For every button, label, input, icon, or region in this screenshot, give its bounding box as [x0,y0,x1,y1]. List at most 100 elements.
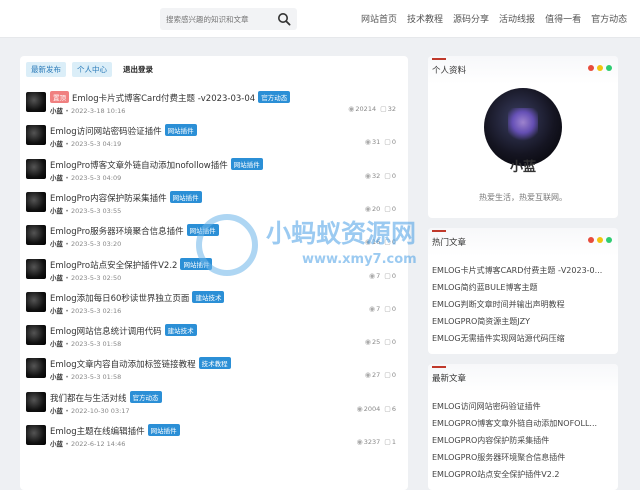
post-title-text[interactable]: EmlogPro服务器环境聚合信息插件 [50,227,184,237]
latest-article-link[interactable]: EMLOGPRO内容保护防采集插件 [432,432,614,449]
post-row[interactable]: 我们都在与生活对线 官方动态 小蓝 • 2022-10-30 03:17 ◉2004 ▢… [26,390,402,420]
hot-article-link[interactable]: EMLOG无需插件实现网站源代码压缩 [432,330,614,347]
post-title-text[interactable]: Emlog文章内容自动添加标签链接教程 [50,360,196,370]
category-tag[interactable]: 网站插件 [169,190,202,203]
comment-icon: ▢ [384,438,391,446]
hot-article-link[interactable]: EMLOG判断文章时间并输出声明教程 [432,296,614,313]
post-row[interactable]: EmlogPro内容保护防采集插件 网站插件 小蓝 • 2023-5-3 03:55… [26,190,402,220]
post-thumbnail[interactable] [26,291,46,312]
post-thumbnail[interactable] [26,125,46,146]
post-thumbnail[interactable] [26,225,46,246]
post-author[interactable]: 小蓝 [50,207,63,215]
category-tag[interactable]: 网站插件 [147,424,180,436]
post-author[interactable]: 小蓝 [50,174,63,182]
category-tag[interactable]: 建站技术 [164,324,197,337]
post-title-text[interactable]: Emlog网站信息统计调用代码 [50,327,162,337]
category-tag[interactable]: 官方动态 [129,390,162,403]
tab-logout[interactable]: 退出登录 [118,62,158,77]
post-author[interactable]: 小蓝 [50,274,63,282]
post-title-text[interactable]: EmlogPro博客文章外链自动添加nofollow插件 [50,161,228,171]
comment-icon: ▢ [384,238,391,247]
post-title[interactable]: EmlogPro站点安全保护插件V2.2 网站插件 [50,257,213,271]
category-tag[interactable]: 网站插件 [164,124,197,137]
post-author[interactable]: 小蓝 [50,107,63,115]
post-title[interactable]: Emlog网站信息统计调用代码 建站技术 [50,324,197,337]
post-thumbnail[interactable] [26,92,46,112]
post-author[interactable]: 小蓝 [50,307,63,315]
post-title-text[interactable]: 我们都在与生活对线 [50,394,127,404]
post-title-text[interactable]: Emlog卡片式博客Card付费主题 -v2023-03-04 [72,94,255,104]
post-row[interactable]: Emlog添加每日60秒读世界独立页面 建站技术 小蓝 • 2023-5-3 02:… [26,290,402,320]
latest-article-link[interactable]: EMLOG访问网站密码验证插件 [432,398,614,415]
nav-official[interactable]: 官方动态 [591,12,627,25]
post-title-text[interactable]: Emlog添加每日60秒读世界独立页面 [50,294,189,304]
post-row[interactable]: Emlog文章内容自动添加标签链接教程 技术教程 小蓝 • 2023-5-3 01:… [26,356,402,386]
post-date: 2022-6-12 14:46 [70,440,126,448]
hot-article-link[interactable]: EMLOGPRO简资源主题JZY [432,313,614,330]
post-title-text[interactable]: EmlogPro站点安全保护插件V2.2 [50,261,177,271]
nav-tutorials[interactable]: 技术教程 [407,12,443,25]
post-thumbnail[interactable] [26,391,46,412]
comment-icon: ▢ [384,338,391,347]
search-box[interactable] [160,8,297,30]
post-author[interactable]: 小蓝 [50,240,63,248]
post-author[interactable]: 小蓝 [50,407,63,415]
latest-article-link[interactable]: EMLOGPRO博客文章外链自动添加NOFOLL... [432,415,614,432]
hot-article-link[interactable]: EMLOG卡片式博客CARD付费主题 -V2023-0... [432,262,614,279]
post-title[interactable]: EmlogPro内容保护防采集插件 网站插件 [50,190,202,204]
tab-user-center[interactable]: 个人中心 [72,62,112,77]
post-author[interactable]: 小蓝 [50,340,63,348]
post-thumbnail[interactable] [26,258,46,279]
post-title-text[interactable]: EmlogPro内容保护防采集插件 [50,194,167,204]
view-count: 25 [371,338,381,347]
hot-article-link[interactable]: EMLOG简约蓝BULE博客主题 [432,279,614,296]
post-row[interactable]: EmlogPro博客文章外链自动添加nofollow插件 网站插件 小蓝 • 202… [26,157,402,187]
search-icon[interactable] [277,12,291,26]
category-tag[interactable]: 网站插件 [180,257,213,270]
latest-article-link[interactable]: EMLOGPRO服务器环境聚合信息插件 [432,449,614,466]
post-thumbnail[interactable] [26,425,46,445]
post-author[interactable]: 小蓝 [50,373,63,381]
post-title[interactable]: Emlog主题在线编辑插件 网站插件 [50,424,180,437]
nav-source[interactable]: 源码分享 [453,12,489,25]
meta-separator: • [63,373,71,382]
post-title[interactable]: Emlog文章内容自动添加标签链接教程 技术教程 [50,357,231,370]
post-meta: 小蓝 • 2023-5-3 03:55 [50,205,121,215]
post-row[interactable]: Emlog访问网站密码验证插件 网站插件 小蓝 • 2023-5-3 04:19 ◉3… [26,123,402,153]
post-title[interactable]: EmlogPro服务器环境聚合信息插件 网站插件 [50,224,219,237]
nav-worth[interactable]: 值得一看 [545,12,581,25]
post-row[interactable]: Emlog网站信息统计调用代码 建站技术 小蓝 • 2023-5-3 01:58 ◉2… [26,323,402,353]
post-thumbnail[interactable] [26,325,46,346]
category-tag[interactable]: 官方动态 [258,91,291,103]
category-tag[interactable]: 建站技术 [192,290,225,303]
category-tag[interactable]: 网站插件 [230,157,263,170]
eye-icon: ◉ [364,138,371,147]
category-tag[interactable]: 网站插件 [186,224,219,237]
post-row[interactable]: EmlogPro服务器环境聚合信息插件 网站插件 小蓝 • 2023-5-3 03:… [26,223,402,253]
post-thumbnail[interactable] [26,358,46,379]
post-title-text[interactable]: Emlog主题在线编辑插件 [50,427,145,437]
post-author[interactable]: 小蓝 [50,140,63,148]
post-thumbnail[interactable] [26,191,46,212]
post-title[interactable]: Emlog访问网站密码验证插件 网站插件 [50,124,197,137]
post-title-text[interactable]: Emlog访问网站密码验证插件 [50,127,162,137]
category-tag[interactable]: 技术教程 [198,357,231,370]
post-title[interactable]: 我们都在与生活对线 官方动态 [50,390,162,404]
nav-deals[interactable]: 活动线报 [499,12,535,25]
tab-latest[interactable]: 最新发布 [26,62,66,77]
post-author[interactable]: 小蓝 [50,440,63,448]
nav-home[interactable]: 网站首页 [361,12,397,25]
latest-articles-header: 最新文章 [428,364,618,392]
search-input[interactable] [166,11,271,27]
avatar[interactable] [484,88,562,166]
latest-article-link[interactable]: EMLOGPRO站点安全保护插件V2.2 [432,466,614,483]
post-row[interactable]: EmlogPro站点安全保护插件V2.2 网站插件 小蓝 • 2023-5-3 02… [26,257,402,287]
post-row[interactable]: Emlog主题在线编辑插件 网站插件 小蓝 • 2022-6-12 14:46 ◉32… [26,423,402,453]
post-title[interactable]: 置顶 Emlog卡片式博客Card付费主题 -v2023-03-04 官方动态 [50,91,291,104]
post-title[interactable]: Emlog添加每日60秒读世界独立页面 建站技术 [50,290,225,304]
meta-separator: • [63,340,71,349]
eye-icon: ◉ [364,371,371,380]
post-thumbnail[interactable] [26,158,46,179]
post-row[interactable]: 置顶 Emlog卡片式博客Card付费主题 -v2023-03-04 官方动态 小蓝 … [26,90,402,120]
post-title[interactable]: EmlogPro博客文章外链自动添加nofollow插件 网站插件 [50,157,263,171]
